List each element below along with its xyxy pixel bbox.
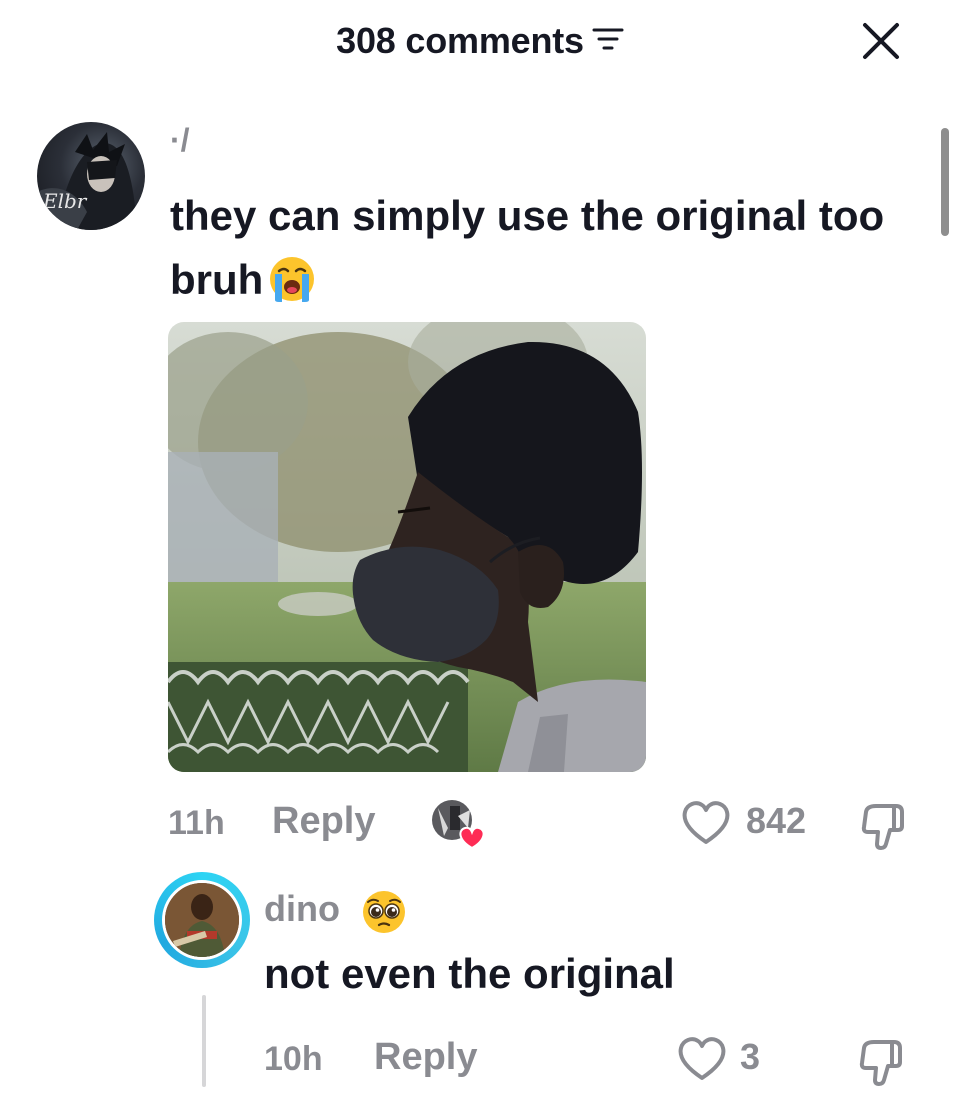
comment-like-button[interactable]: 842 [680, 798, 820, 850]
avatar-image [165, 883, 239, 957]
scrollbar[interactable] [941, 128, 949, 236]
comment-reply-button[interactable]: Reply [272, 800, 375, 843]
comment-image[interactable] [168, 322, 646, 772]
reply-time: 10h [264, 1040, 323, 1078]
like-count: 3 [740, 1036, 761, 1077]
dislike-icon[interactable] [858, 800, 910, 852]
pleading-face-icon [363, 891, 405, 933]
reply-text: not even the original [264, 950, 675, 997]
story-ring[interactable] [154, 872, 250, 968]
reply-username[interactable]: dino [264, 888, 340, 930]
heart-icon [682, 801, 730, 844]
svg-text:Elbr: Elbr [42, 189, 88, 213]
comment-text: they can simply use the original too bru… [170, 184, 910, 312]
avatar-image: Elbr [37, 132, 137, 230]
loudly-crying-face-icon [270, 256, 315, 302]
dislike-icon[interactable] [856, 1036, 908, 1088]
comments-header: 308 comments [0, 0, 960, 84]
creator-liked-heart-icon [432, 800, 485, 850]
reply-like-button[interactable]: 3 [676, 1034, 776, 1086]
comment-time: 11h [168, 804, 225, 842]
heart-icon [678, 1037, 726, 1080]
comment-photo [168, 322, 646, 772]
reply-reply-button[interactable]: Reply [374, 1036, 477, 1079]
comment-username[interactable]: ·/ [170, 122, 190, 159]
filter-icon[interactable] [592, 26, 624, 52]
avatar[interactable] [162, 880, 242, 960]
close-icon[interactable] [858, 18, 904, 64]
comment-count: 308 comments [336, 20, 584, 62]
comments-title: 308 comments [0, 18, 960, 62]
avatar[interactable]: Elbr [37, 122, 145, 230]
like-count: 842 [746, 800, 807, 841]
thread-line [202, 995, 206, 1087]
